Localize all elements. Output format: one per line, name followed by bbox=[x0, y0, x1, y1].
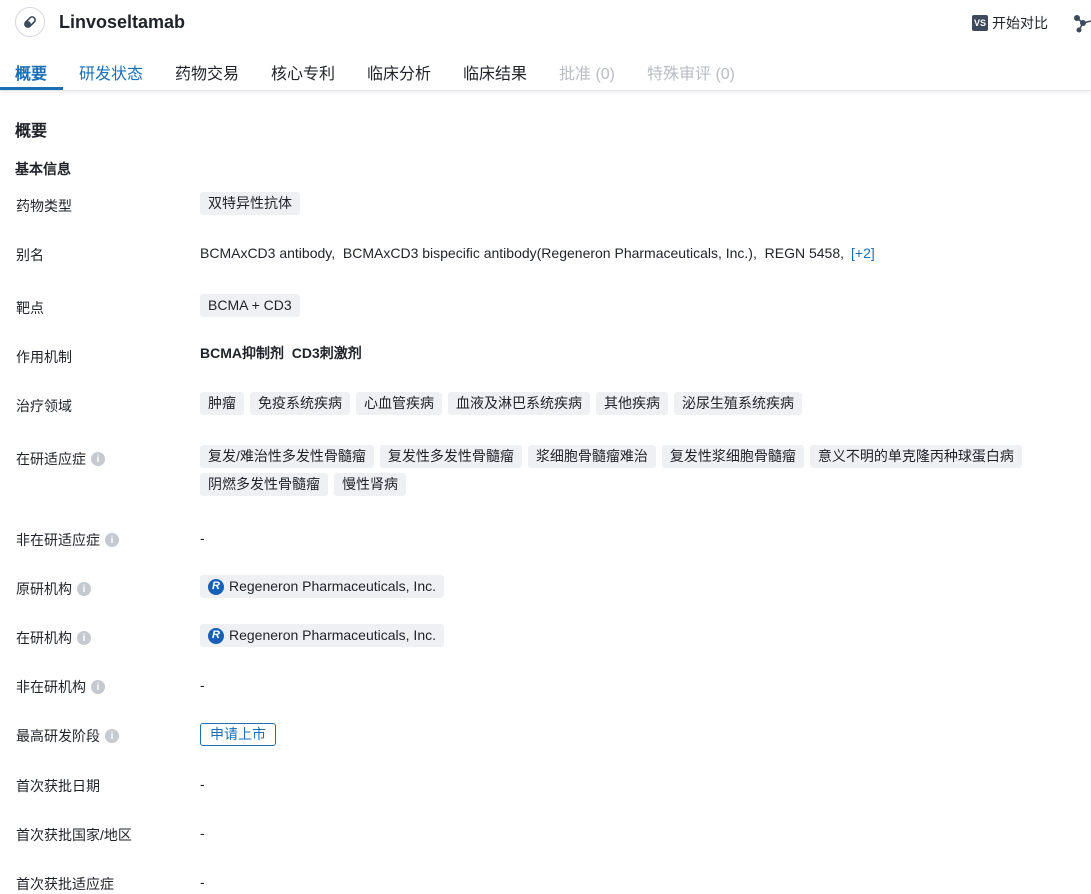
target-value: BCMA + CD3 bbox=[200, 294, 306, 322]
indication-chip[interactable]: 复发性浆细胞骨髓瘤 bbox=[661, 445, 804, 468]
indication-chip[interactable]: 意义不明的单克隆丙种球蛋白病 bbox=[809, 445, 1022, 468]
compare-label: 开始对比 bbox=[992, 15, 1048, 31]
tab-special-review: 特殊审评 (0) bbox=[647, 66, 736, 83]
therapeutic-area-chip[interactable]: 泌尿生殖系统疾病 bbox=[674, 392, 802, 415]
drug-type-value: 双特异性抗体 bbox=[200, 192, 306, 220]
first-approval-date-label: 首次获批日期 bbox=[16, 778, 100, 794]
tab-deals[interactable]: 药物交易 bbox=[175, 60, 239, 84]
inactive-indication-label-text: 非在研适应症 bbox=[16, 532, 100, 548]
section-title: 概要 bbox=[15, 123, 48, 140]
regeneron-logo-icon: R bbox=[208, 578, 224, 595]
org-chip[interactable]: R Regeneron Pharmaceuticals, Inc. bbox=[200, 624, 444, 647]
drug-type-label: 药物类型 bbox=[16, 198, 72, 214]
tab-clinical-results[interactable]: 临床结果 bbox=[463, 60, 527, 84]
highest-phase-label: 最高研发阶段 i bbox=[16, 726, 119, 746]
first-approval-region-value: - bbox=[200, 825, 205, 841]
target-chip[interactable]: BCMA + CD3 bbox=[200, 294, 300, 317]
active-tab-indicator bbox=[0, 87, 63, 90]
inactive-org-value: - bbox=[200, 677, 205, 693]
therapeutic-area-chip[interactable]: 血液及淋巴系统疾病 bbox=[448, 392, 590, 415]
inactive-org-label: 非在研机构 i bbox=[16, 677, 105, 697]
therapeutic-area-label: 治疗领域 bbox=[16, 398, 72, 414]
drug-type-chip[interactable]: 双特异性抗体 bbox=[200, 192, 300, 215]
drug-title: Linvoseltamab bbox=[59, 12, 186, 32]
highest-phase-value: 申请上市 bbox=[200, 723, 276, 746]
therapeutic-area-chip[interactable]: 免疫系统疾病 bbox=[250, 392, 350, 415]
active-indication-label: 在研适应症 i bbox=[16, 449, 105, 469]
info-icon[interactable]: i bbox=[77, 631, 91, 645]
alias-text: BCMAxCD3 antibody, BCMAxCD3 bispecific a… bbox=[200, 245, 845, 261]
info-icon[interactable]: i bbox=[105, 729, 119, 743]
first-approval-indication-value: - bbox=[200, 874, 205, 890]
active-org-value: R Regeneron Pharmaceuticals, Inc. bbox=[200, 624, 444, 647]
therapeutic-area-chip[interactable]: 其他疾病 bbox=[596, 392, 668, 415]
stage-badge[interactable]: 申请上市 bbox=[200, 723, 276, 746]
inactive-org-label-text: 非在研机构 bbox=[16, 679, 86, 695]
tab-rd-status[interactable]: 研发状态 bbox=[79, 60, 143, 84]
active-org-label: 在研机构 i bbox=[16, 628, 91, 648]
first-approval-indication-label: 首次获批适应症 bbox=[16, 876, 114, 892]
inactive-indication-value: - bbox=[200, 530, 205, 546]
originator-label-text: 原研机构 bbox=[16, 581, 72, 597]
org-name: Regeneron Pharmaceuticals, Inc. bbox=[229, 627, 436, 643]
target-label: 靶点 bbox=[16, 300, 44, 316]
tab-clinical-analysis[interactable]: 临床分析 bbox=[367, 60, 431, 84]
alias-more-link[interactable]: [+2] bbox=[851, 245, 875, 261]
pill-icon bbox=[15, 7, 45, 37]
first-approval-date-value: - bbox=[200, 776, 205, 792]
tab-overview[interactable]: 概要 bbox=[15, 60, 47, 84]
tab-patents[interactable]: 核心专利 bbox=[271, 60, 335, 84]
tab-bar: 概要 研发状态 药物交易 核心专利 临床分析 临床结果 批准 (0) 特殊审评 … bbox=[0, 50, 1091, 91]
highest-phase-label-text: 最高研发阶段 bbox=[16, 728, 100, 744]
network-graph-icon[interactable] bbox=[1071, 12, 1091, 34]
org-name: Regeneron Pharmaceuticals, Inc. bbox=[229, 578, 436, 594]
therapeutic-area-value: 肿瘤 免疫系统疾病 心血管疾病 血液及淋巴系统疾病 其他疾病 泌尿生殖系统疾病 bbox=[200, 392, 1080, 420]
alias-label: 别名 bbox=[16, 247, 44, 263]
originator-value: R Regeneron Pharmaceuticals, Inc. bbox=[200, 575, 444, 598]
tab-approval: 批准 (0) bbox=[559, 66, 616, 83]
mechanism-label: 作用机制 bbox=[16, 349, 72, 365]
indication-chip[interactable]: 复发/难治性多发性骨髓瘤 bbox=[200, 445, 374, 468]
active-indication-label-text: 在研适应症 bbox=[16, 451, 86, 467]
first-approval-region-label: 首次获批国家/地区 bbox=[16, 827, 132, 843]
alias-value: BCMAxCD3 antibody, BCMAxCD3 bispecific a… bbox=[200, 245, 875, 261]
mechanism-value: BCMA抑制剂 CD3刺激剂 bbox=[200, 345, 362, 361]
basic-info-title: 基本信息 bbox=[15, 161, 71, 177]
info-icon[interactable]: i bbox=[91, 452, 105, 466]
active-indication-value: 复发/难治性多发性骨髓瘤 复发性多发性骨髓瘤 浆细胞骨髓瘤难治 复发性浆细胞骨髓… bbox=[200, 445, 1080, 501]
indication-chip[interactable]: 阴燃多发性骨髓瘤 bbox=[200, 473, 328, 496]
active-org-label-text: 在研机构 bbox=[16, 630, 72, 646]
originator-label: 原研机构 i bbox=[16, 579, 91, 599]
indication-chip[interactable]: 浆细胞骨髓瘤难治 bbox=[527, 445, 656, 468]
org-chip[interactable]: R Regeneron Pharmaceuticals, Inc. bbox=[200, 575, 444, 598]
therapeutic-area-chip[interactable]: 肿瘤 bbox=[200, 392, 244, 415]
header: Linvoseltamab VS 开始对比 bbox=[0, 0, 1091, 46]
inactive-indication-label: 非在研适应症 i bbox=[16, 530, 119, 550]
info-icon[interactable]: i bbox=[91, 680, 105, 694]
vs-icon: VS bbox=[972, 15, 988, 31]
info-icon[interactable]: i bbox=[77, 582, 91, 596]
info-icon[interactable]: i bbox=[105, 533, 119, 547]
therapeutic-area-chip[interactable]: 心血管疾病 bbox=[356, 392, 442, 415]
regeneron-logo-icon: R bbox=[208, 627, 224, 644]
indication-chip[interactable]: 慢性肾病 bbox=[334, 473, 406, 496]
indication-chip[interactable]: 复发性多发性骨髓瘤 bbox=[379, 445, 522, 468]
compare-button[interactable]: VS 开始对比 bbox=[972, 13, 1048, 33]
